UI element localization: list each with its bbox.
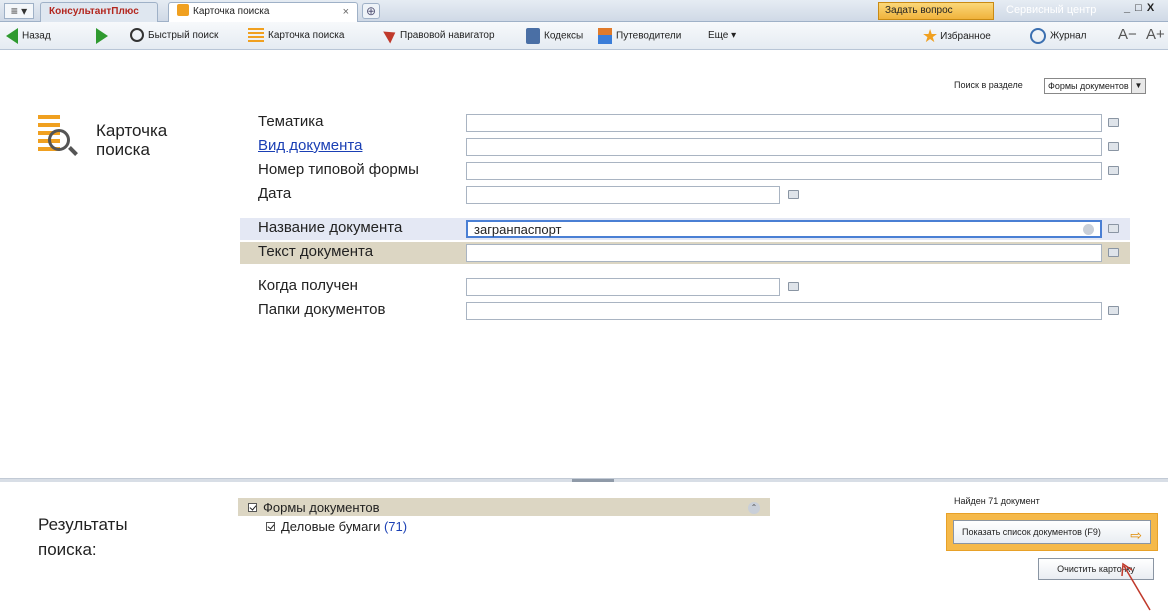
field-row-received: Когда получен — [240, 276, 1130, 298]
chevron-down-icon[interactable]: ▼ — [1131, 79, 1145, 93]
calendar-icon[interactable] — [788, 282, 799, 291]
search-card-icon — [177, 4, 189, 16]
field-row-doc-text: Текст документа — [240, 242, 1130, 264]
codes-label: Кодексы — [544, 30, 584, 42]
field-row-doc-type: Вид документа — [240, 136, 1130, 158]
title-bar: ≡ ▾ КонсультантПлюс Карточка поиска × ⊕ … — [0, 0, 1168, 22]
window-controls[interactable]: _ □ X — [1124, 2, 1168, 18]
star-icon: ★ — [922, 26, 939, 46]
field-label-doc-type-link[interactable]: Вид документа — [258, 137, 362, 154]
guides-button[interactable]: Путеводители — [598, 28, 681, 44]
dictionary-icon[interactable] — [1108, 118, 1119, 127]
ask-question-button[interactable]: Задать вопрос — [878, 2, 994, 20]
quick-search-button[interactable]: Быстрый поиск — [130, 28, 218, 44]
dictionary-icon[interactable] — [1108, 142, 1119, 151]
history-clock-icon — [1030, 28, 1046, 44]
close-icon[interactable]: × — [343, 3, 349, 21]
search-card-large-icon — [38, 115, 78, 159]
collapse-icon[interactable]: ⌃ — [748, 502, 760, 514]
checkbox[interactable] — [266, 522, 275, 531]
calendar-icon[interactable] — [788, 190, 799, 199]
field-row-date: Дата — [240, 184, 1130, 206]
service-center-button[interactable]: Сервисный центр — [1000, 2, 1118, 20]
journal-label: Журнал — [1050, 30, 1087, 42]
guides-signpost-icon — [598, 28, 612, 44]
dictionary-icon[interactable] — [1108, 166, 1119, 175]
doc-text-field[interactable] — [466, 244, 1102, 262]
received-field[interactable] — [466, 278, 780, 296]
show-list-label: Показать список документов (F9) — [962, 527, 1101, 537]
arrow-right-icon: ⇨ — [1130, 527, 1142, 543]
checkbox[interactable] — [248, 503, 257, 512]
tab-consultant-plus[interactable]: КонсультантПлюс — [40, 2, 158, 22]
show-list-button[interactable]: Показать список документов (F9) ⇨ — [953, 520, 1151, 544]
field-label-date[interactable]: Дата — [258, 185, 291, 202]
main-toolbar: Назад Быстрый поиск Карточка поиска Прав… — [0, 22, 1168, 50]
search-card-icon — [248, 28, 264, 43]
show-list-highlight: Показать список документов (F9) ⇨ — [946, 513, 1158, 551]
doc-title-value: загранпаспорт — [474, 222, 562, 237]
results-title: Результаты поиска: — [38, 515, 128, 559]
quick-search-label: Быстрый поиск — [148, 30, 219, 41]
tree-item-forms[interactable]: Формы документов — [248, 500, 380, 515]
search-section-label: Поиск в разделе — [954, 80, 1023, 90]
tab-search-card[interactable]: Карточка поиска × — [168, 2, 358, 22]
more-menu-button[interactable]: Еще ▾ — [708, 28, 736, 44]
date-field[interactable] — [466, 186, 780, 204]
dictionary-icon[interactable] — [1108, 224, 1119, 233]
quick-search-icon — [130, 28, 144, 43]
font-increase-button[interactable]: A+ — [1146, 26, 1165, 43]
field-label-received[interactable]: Когда получен — [258, 277, 358, 294]
field-row-doc-title: Название документа загранпаспорт — [240, 218, 1130, 240]
legal-navigator-button[interactable]: Правовой навигатор — [383, 26, 495, 44]
page-title: Карточка поиска — [96, 121, 168, 159]
field-label-doc-text[interactable]: Текст документа — [258, 243, 373, 260]
search-card-button[interactable]: Карточка поиска — [248, 28, 344, 44]
doc-title-field[interactable]: загранпаспорт — [466, 220, 1102, 238]
tree-item-business-papers-label: Деловые бумаги — [281, 519, 381, 534]
found-count-text: Найден 71 документ — [954, 496, 1040, 506]
search-card-label: Карточка поиска — [268, 30, 345, 41]
field-row-form-number: Номер типовой формы — [240, 160, 1130, 182]
field-label-topic[interactable]: Тематика — [258, 113, 323, 130]
favorites-label: Избранное — [940, 31, 991, 42]
tab-search-card-label: Карточка поиска — [193, 6, 270, 17]
field-row-folders: Папки документов — [240, 300, 1130, 322]
dictionary-icon[interactable] — [1108, 248, 1119, 257]
form-number-field[interactable] — [466, 162, 1102, 180]
tree-item-business-papers[interactable]: Деловые бумаги (71) — [266, 519, 407, 534]
main-menu-button[interactable]: ≡ ▾ — [4, 3, 34, 19]
back-button[interactable]: Назад — [6, 28, 51, 44]
favorites-button[interactable]: ★ Избранное — [922, 26, 991, 46]
codes-book-icon — [526, 28, 540, 44]
back-label: Назад — [22, 30, 51, 42]
new-tab-button[interactable]: ⊕ — [362, 3, 380, 19]
splitter-grip[interactable] — [572, 479, 614, 482]
journal-button[interactable]: Журнал — [1030, 28, 1087, 44]
annotation-arrow-icon — [1121, 562, 1151, 611]
topic-field[interactable] — [466, 114, 1102, 132]
doc-type-field[interactable] — [466, 138, 1102, 156]
back-arrow-icon — [6, 28, 18, 44]
field-label-form-number[interactable]: Номер типовой формы — [258, 161, 419, 178]
legal-navigator-label: Правовой навигатор — [400, 30, 495, 41]
font-decrease-button[interactable]: A− — [1118, 26, 1137, 43]
codes-button[interactable]: Кодексы — [526, 28, 583, 44]
forward-button[interactable] — [96, 28, 112, 44]
tree-item-forms-label: Формы документов — [263, 500, 380, 515]
folders-field[interactable] — [466, 302, 1102, 320]
tree-item-count: (71) — [383, 519, 408, 534]
navigator-flag-icon — [383, 26, 399, 44]
dictionary-icon[interactable] — [1108, 306, 1119, 315]
forward-arrow-icon — [96, 28, 108, 44]
search-section-value: Формы документов — [1048, 81, 1129, 91]
pane-splitter[interactable] — [0, 478, 1168, 482]
search-section-select[interactable]: Формы документов ▼ — [1044, 78, 1146, 94]
field-label-folders[interactable]: Папки документов — [258, 301, 385, 318]
field-label-doc-title[interactable]: Название документа — [258, 219, 402, 236]
clear-field-icon[interactable] — [1083, 224, 1094, 235]
field-row-topic: Тематика — [240, 112, 1130, 134]
guides-label: Путеводители — [616, 30, 682, 42]
